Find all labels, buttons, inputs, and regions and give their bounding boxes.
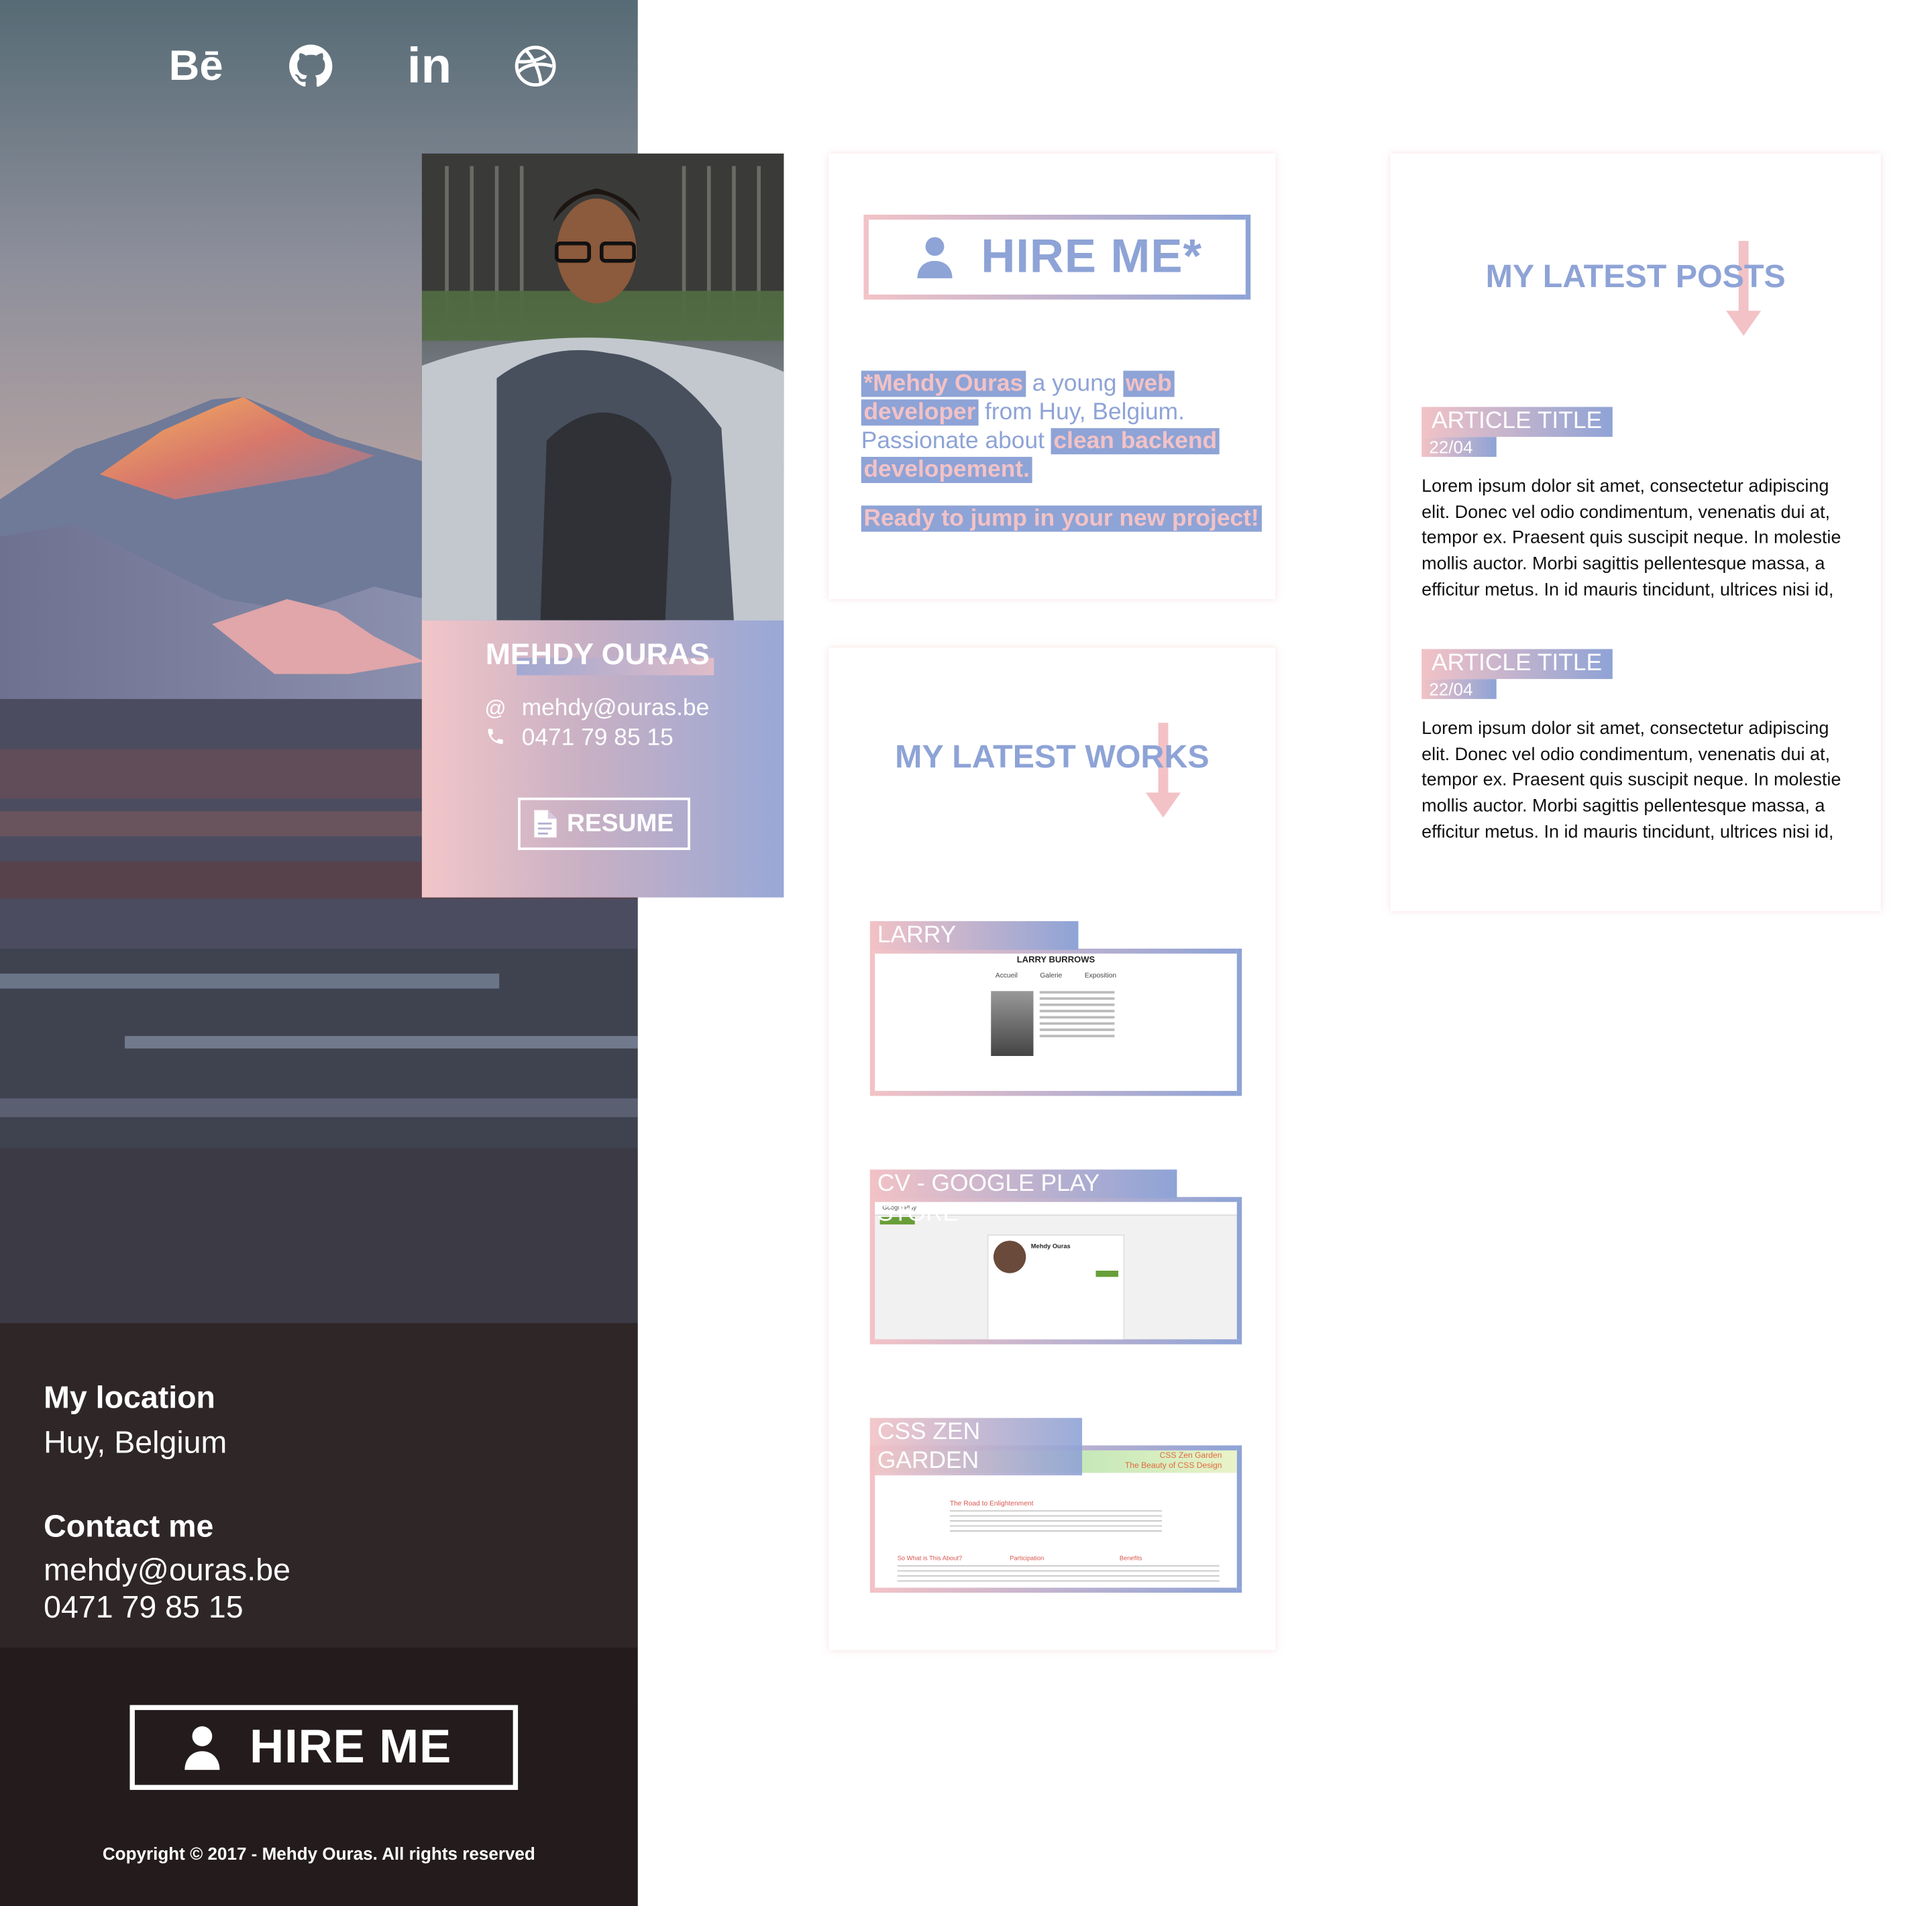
copyright: Copyright © 2017 - Mehdy Ouras. All righ…: [102, 1843, 535, 1864]
works-title: MY LATEST WORKS: [895, 737, 1210, 776]
intro-text: *Mehdy Ouras a young web developer from …: [861, 370, 1250, 484]
work-label: CV - GOOGLE PLAY STORE: [869, 1169, 1177, 1227]
profile-name: MEHDY OURAS: [485, 637, 710, 672]
post-title[interactable]: ARTICLE TITLE: [1421, 407, 1612, 437]
posts-title: MY LATEST POSTS: [1485, 257, 1786, 295]
social-links: Bē in: [0, 35, 638, 97]
location-block: My location Huy, Belgium: [44, 1373, 227, 1463]
location-value: Huy, Belgium: [44, 1425, 227, 1461]
document-icon: [534, 810, 557, 838]
resume-button[interactable]: RESUME: [518, 797, 690, 851]
behance-icon[interactable]: Bē: [165, 35, 227, 97]
location-heading: My location: [44, 1380, 215, 1416]
post-excerpt: Lorem ipsum dolor sit amet, consectetur …: [1421, 476, 1841, 600]
github-icon[interactable]: [280, 35, 342, 97]
profile-phone-row[interactable]: 0471 79 85 15: [484, 725, 674, 753]
user-icon: [184, 1726, 220, 1770]
contact-phone[interactable]: 0471 79 85 15: [44, 1589, 290, 1626]
post-date: 22/04: [1421, 679, 1497, 699]
posts-card: MY LATEST POSTS ARTICLE TITLE 22/04 Lore…: [1390, 153, 1881, 912]
profile-email: mehdy@ouras.be: [521, 695, 710, 722]
work-label: CSS ZEN GARDEN: [869, 1418, 1083, 1476]
work-item-google-play[interactable]: Google Play Mehdy Ouras CV - GOOGLE PLAY…: [869, 1169, 1242, 1346]
post-item: ARTICLE TITLE 22/04 Lorem ipsum dolor si…: [1421, 649, 1852, 845]
user-icon: [917, 237, 953, 278]
profile-card: MEHDY OURAS @ mehdy@ouras.be 0471 79 85 …: [421, 153, 784, 898]
hire-me-button[interactable]: HIRE ME: [129, 1705, 519, 1790]
resume-label: RESUME: [567, 809, 674, 837]
work-preview[interactable]: LARRY BURROWS Accueil Galerie Exposition: [869, 948, 1242, 1096]
work-item-css-zen-garden[interactable]: CSS Zen Garden The Beauty of CSS Design …: [869, 1418, 1242, 1595]
profile-info: MEHDY OURAS @ mehdy@ouras.be 0471 79 85 …: [421, 620, 784, 898]
hire-me-card-button[interactable]: HIRE ME*: [863, 215, 1251, 300]
work-item-larry[interactable]: LARRY BURROWS Accueil Galerie Exposition…: [869, 921, 1242, 1098]
post-title[interactable]: ARTICLE TITLE: [1421, 649, 1612, 680]
dribbble-icon[interactable]: [504, 35, 567, 97]
phone-icon: [484, 726, 506, 752]
profile-photo: [421, 153, 784, 621]
hire-me-card-label: HIRE ME*: [981, 230, 1202, 283]
hire-card: HIRE ME* *Mehdy Ouras a young web develo…: [828, 153, 1276, 600]
post-date: 22/04: [1421, 437, 1497, 457]
work-label: LARRY: [869, 921, 1079, 950]
contact-heading: Contact me: [44, 1509, 214, 1544]
hire-me-label: HIRE ME: [250, 1720, 452, 1773]
profile-email-row[interactable]: @ mehdy@ouras.be: [484, 695, 710, 723]
call-to-action: Ready to jump in your new project!: [861, 505, 1262, 533]
post-item: ARTICLE TITLE 22/04 Lorem ipsum dolor si…: [1421, 407, 1852, 604]
at-icon: @: [484, 696, 506, 721]
linkedin-icon[interactable]: in: [398, 35, 460, 97]
contact-block: Contact me mehdy@ouras.be 0471 79 85 15: [44, 1501, 290, 1626]
profile-phone: 0471 79 85 15: [521, 725, 674, 752]
post-excerpt: Lorem ipsum dolor sit amet, consectetur …: [1421, 719, 1841, 843]
works-card: MY LATEST WORKS LARRY BURROWS Accueil Ga…: [828, 647, 1276, 1650]
contact-email[interactable]: mehdy@ouras.be: [44, 1552, 290, 1589]
